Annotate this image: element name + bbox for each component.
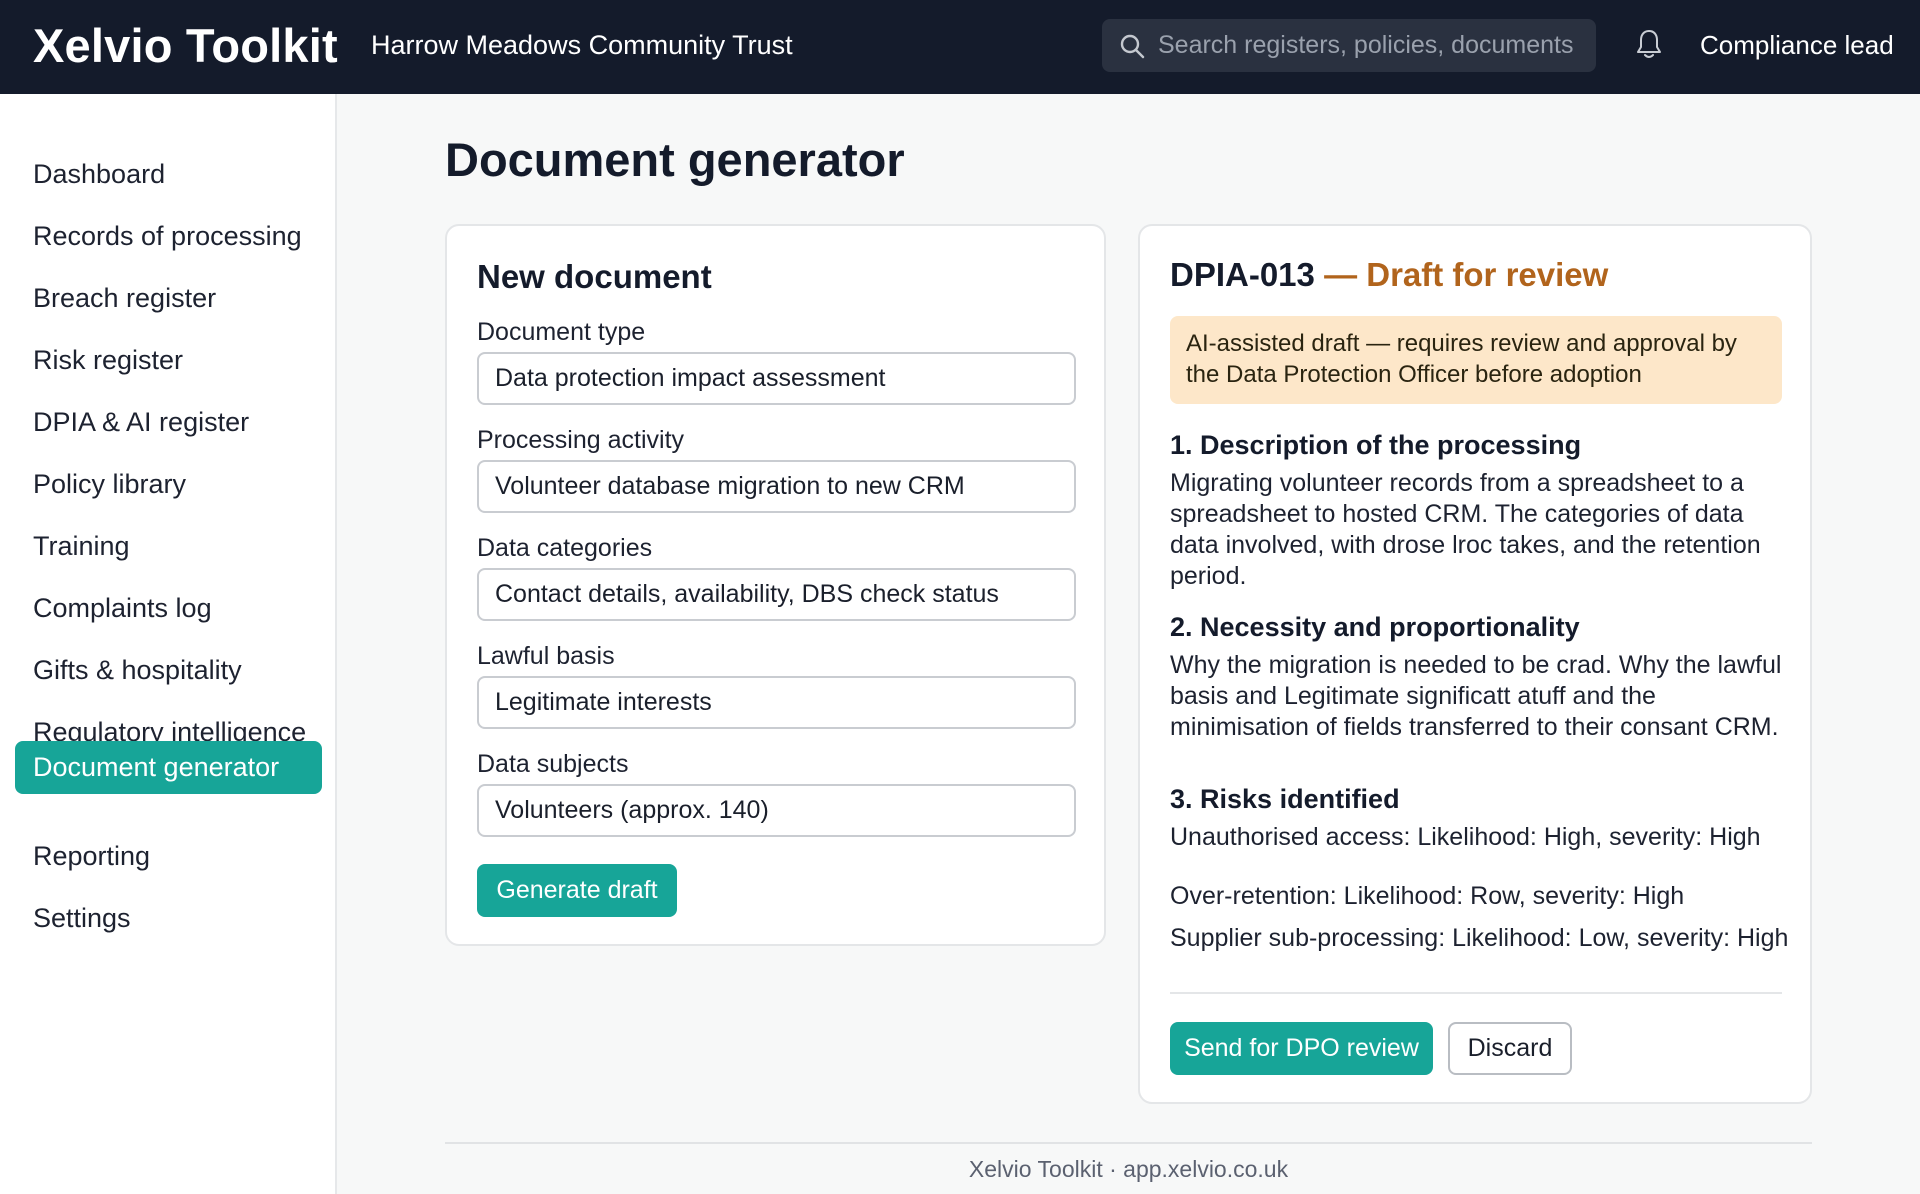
data-categories-field[interactable] <box>477 568 1076 621</box>
page-title: Document generator <box>445 133 905 186</box>
risk-item: Supplier sub-processing: Likelihood: Low… <box>1170 924 1789 952</box>
sidebar-item-breach-register[interactable]: Breach register <box>15 272 322 325</box>
section-line: Why the migration is needed to be crad. … <box>1170 651 1782 679</box>
section-line: Migrating volunteer records from a sprea… <box>1170 469 1744 497</box>
new-document-title: New document <box>477 258 712 295</box>
bell-icon <box>1637 30 1661 58</box>
section-line: minimisation of fields transferred to th… <box>1170 713 1779 741</box>
sidebar-item-dpia-ai-register[interactable]: DPIA & AI register <box>15 396 322 449</box>
top-bar: Xelvio Toolkit Harrow Meadows Community … <box>0 0 1920 94</box>
discard-button[interactable]: Discard <box>1448 1022 1572 1075</box>
section-body-description: Migrating volunteer records from a sprea… <box>1170 468 1782 592</box>
search-box[interactable] <box>1102 19 1596 72</box>
lawful-basis-label: Lawful basis <box>477 642 615 670</box>
search-icon <box>1120 34 1145 59</box>
app-brand[interactable]: Xelvio Toolkit <box>33 18 338 73</box>
document-type-label: Document type <box>477 318 646 346</box>
draft-status: Draft for review <box>1366 256 1609 293</box>
search-input[interactable] <box>1158 19 1578 72</box>
risk-item: Over-retention: Likelihood: Row, severit… <box>1170 882 1685 910</box>
sidebar-item-document-generator[interactable]: Document generator <box>15 741 322 794</box>
section-line: spreadsheet to hosted CRM. The categorie… <box>1170 500 1744 528</box>
organisation-name: Harrow Meadows Community Trust <box>371 30 793 60</box>
processing-activity-label: Processing activity <box>477 426 685 454</box>
data-subjects-label: Data subjects <box>477 750 629 778</box>
footer-divider <box>445 1142 1812 1144</box>
sidebar-item-settings[interactable]: Settings <box>15 892 322 945</box>
new-document-card: New document Document type Processing ac… <box>445 224 1106 946</box>
risk-item: Unauthorised access: Likelihood: High, s… <box>1170 823 1761 851</box>
sidebar-item-gifts-hospitality[interactable]: Gifts & hospitality <box>15 644 322 697</box>
data-subjects-field[interactable] <box>477 784 1076 837</box>
draft-header: DPIA-013 — Draft for review <box>1170 256 1608 294</box>
document-type-field[interactable] <box>477 352 1076 405</box>
sidebar: Dashboard Records of processing Breach r… <box>0 94 337 1194</box>
sidebar-item-policy-library[interactable]: Policy library <box>15 458 322 511</box>
footer-text: Xelvio Toolkit · app.xelvio.co.uk <box>968 1156 1289 1182</box>
send-for-dpo-review-button[interactable]: Send for DPO review <box>1170 1022 1433 1075</box>
section-title-necessity: 2. Necessity and proportionality <box>1170 612 1580 642</box>
generate-draft-button[interactable]: Generate draft <box>477 864 677 917</box>
section-title-risks: 3. Risks identified <box>1170 784 1400 814</box>
processing-activity-field[interactable] <box>477 460 1076 513</box>
section-line: period. <box>1170 562 1247 590</box>
sidebar-item-training[interactable]: Training <box>15 520 322 573</box>
section-title-description: 1. Description of the processing <box>1170 430 1582 460</box>
draft-card: DPIA-013 — Draft for review AI-assisted … <box>1138 224 1812 1104</box>
sidebar-item-records-of-processing[interactable]: Records of processing <box>15 210 322 263</box>
lawful-basis-field[interactable] <box>477 676 1076 729</box>
section-body-necessity: Why the migration is needed to be crad. … <box>1170 650 1782 743</box>
sidebar-item-dashboard[interactable]: Dashboard <box>15 148 322 201</box>
section-line: data involved, with drose lroc takes, an… <box>1170 531 1761 559</box>
divider <box>1170 992 1782 994</box>
ai-draft-notice: AI-assisted draft — requires review and … <box>1170 316 1782 404</box>
data-categories-label: Data categories <box>477 534 653 562</box>
user-menu[interactable]: Compliance lead <box>1700 30 1894 61</box>
notifications-button[interactable] <box>1634 28 1664 65</box>
draft-separator: — <box>1324 256 1358 293</box>
section-line: basis and Legitimate significatt atuff a… <box>1170 682 1656 710</box>
sidebar-item-risk-register[interactable]: Risk register <box>15 334 322 387</box>
sidebar-item-reporting[interactable]: Reporting <box>15 830 322 883</box>
sidebar-item-complaints-log[interactable]: Complaints log <box>15 582 322 635</box>
draft-id: DPIA-013 <box>1170 256 1315 293</box>
